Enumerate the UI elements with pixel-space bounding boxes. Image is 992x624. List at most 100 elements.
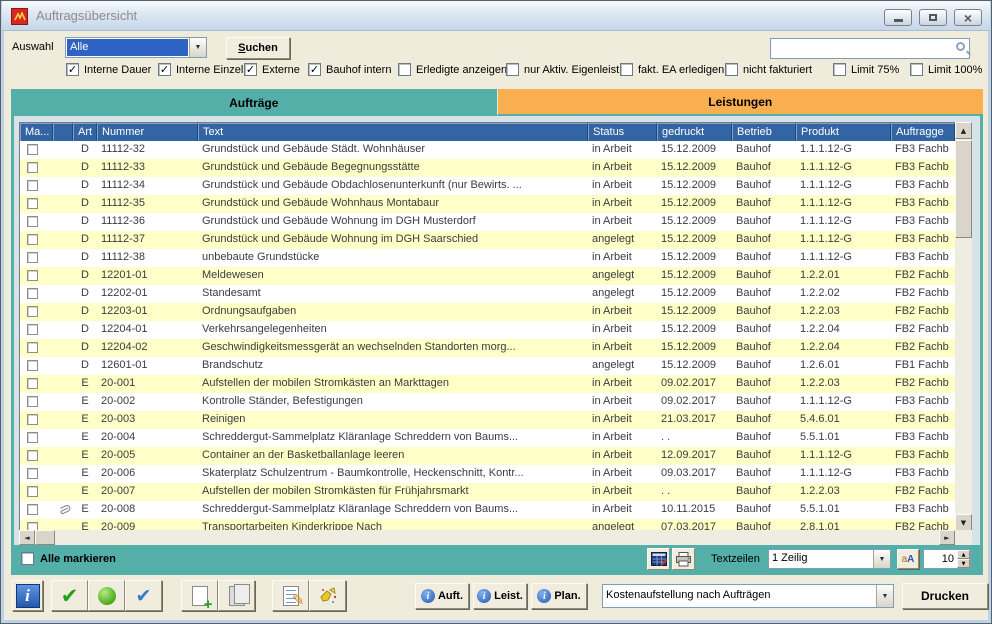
order-row[interactable]: E20-006Skaterplatz Schulzentrum - Baumko… (20, 465, 971, 483)
row-checkbox[interactable] (27, 306, 38, 317)
scroll-right-button[interactable]: ► (939, 530, 955, 545)
order-row[interactable]: E20-003Reinigenin Arbeit21.03.2017Bauhof… (20, 411, 971, 429)
order-row[interactable]: D11112-34Grundstück und Gebäude Obdachlo… (20, 177, 971, 195)
order-row[interactable]: E20-004Schreddergut-Sammelplatz Kläranla… (20, 429, 971, 447)
order-row[interactable]: D11112-35Grundstück und Gebäude Wohnhaus… (20, 195, 971, 213)
order-row[interactable]: E20-008Schreddergut-Sammelplatz Kläranla… (20, 501, 971, 519)
title-bar[interactable]: Auftragsübersicht × (2, 1, 990, 31)
tab-leistungen[interactable]: Leistungen (497, 89, 984, 116)
row-checkbox[interactable] (27, 342, 38, 353)
confirm-button[interactable]: ✔ (51, 580, 88, 611)
order-row[interactable]: E20-005Container an der Basketballanlage… (20, 447, 971, 465)
column-header-ma[interactable]: Ma... (20, 123, 53, 141)
status-button[interactable] (88, 580, 125, 611)
row-checkbox[interactable] (27, 180, 38, 191)
vertical-scroll-thumb[interactable] (955, 140, 972, 238)
chevron-down-icon[interactable]: ▼ (873, 550, 890, 568)
row-checkbox[interactable] (27, 396, 38, 407)
column-header-status[interactable]: Status (588, 123, 657, 141)
search-input[interactable] (773, 40, 948, 56)
row-checkbox[interactable] (27, 324, 38, 335)
order-row[interactable]: D12201-01Meldewesenangelegt15.12.2009Bau… (20, 267, 971, 285)
row-checkbox[interactable] (27, 414, 38, 425)
vertical-scrollbar[interactable]: ▲ ▼ (955, 122, 972, 531)
filter-checkbox[interactable]: ✓ (66, 63, 79, 76)
row-checkbox[interactable] (27, 216, 38, 227)
column-header-auftraggeber[interactable]: Auftragge (891, 123, 955, 141)
scroll-up-button[interactable]: ▲ (955, 122, 972, 139)
column-header-clip[interactable] (53, 123, 73, 141)
column-header-text[interactable]: Text (198, 123, 588, 141)
row-checkbox[interactable] (27, 432, 38, 443)
row-checkbox[interactable] (27, 162, 38, 173)
column-header-produkt[interactable]: Produkt (796, 123, 891, 141)
row-checkbox[interactable] (27, 270, 38, 281)
filter-checkbox[interactable] (398, 63, 411, 76)
horizontal-scroll-thumb[interactable] (35, 530, 55, 545)
order-row[interactable]: D12601-01Brandschutzangelegt15.12.2009Ba… (20, 357, 971, 375)
order-row[interactable]: D12204-01Verkehrsangelegenheitenin Arbei… (20, 321, 971, 339)
filter-checkbox[interactable] (725, 63, 738, 76)
row-checkbox[interactable] (27, 234, 38, 245)
alle-markieren-checkbox[interactable] (21, 552, 34, 565)
order-row[interactable]: D12203-01Ordnungsaufgabenin Arbeit15.12.… (20, 303, 971, 321)
table-layout-button[interactable] (647, 548, 670, 570)
auswahl-dropdown[interactable]: Alle ▼ (65, 37, 207, 58)
font-size-spinner[interactable]: 10 ▲ ▼ (923, 549, 971, 569)
leist-button[interactable]: i Leist. (473, 583, 527, 609)
report-dropdown[interactable]: Kostenaufstellung nach Aufträgen ▼ (602, 584, 894, 608)
auft-button[interactable]: i Auft. (415, 583, 469, 609)
order-row[interactable]: E20-007Aufstellen der mobilen Stromkäste… (20, 483, 971, 501)
scroll-down-button[interactable]: ▼ (955, 514, 972, 531)
column-header-gedruckt[interactable]: gedruckt (657, 123, 732, 141)
edit-list-button[interactable]: ✎ (272, 580, 309, 611)
row-checkbox[interactable] (27, 288, 38, 299)
new-document-button[interactable]: + (181, 580, 218, 611)
filter-checkbox[interactable]: ✓ (308, 63, 321, 76)
filter-checkbox[interactable] (506, 63, 519, 76)
order-row[interactable]: D11112-33Grundstück und Gebäude Begegnun… (20, 159, 971, 177)
column-header-betrieb[interactable]: Betrieb (732, 123, 796, 141)
order-row[interactable]: E20-001Aufstellen der mobilen Stromkäste… (20, 375, 971, 393)
search-icon[interactable] (956, 42, 965, 51)
row-checkbox[interactable] (27, 198, 38, 209)
order-row[interactable]: D12202-01Standesamtangelegt15.12.2009Bau… (20, 285, 971, 303)
filter-checkbox[interactable]: ✓ (158, 63, 171, 76)
row-checkbox[interactable] (27, 504, 38, 515)
order-row[interactable]: D11112-36Grundstück und Gebäude Wohnung … (20, 213, 971, 231)
row-checkbox[interactable] (27, 468, 38, 479)
copy-button[interactable] (218, 580, 255, 611)
row-checkbox[interactable] (27, 450, 38, 461)
row-checkbox[interactable] (27, 360, 38, 371)
horizontal-scrollbar[interactable]: ◄ ► (19, 530, 972, 545)
row-checkbox[interactable] (27, 486, 38, 497)
row-checkbox[interactable] (27, 252, 38, 263)
chevron-down-icon[interactable]: ▼ (189, 38, 206, 57)
order-row[interactable]: E20-002Kontrolle Ständer, Befestigungeni… (20, 393, 971, 411)
filter-checkbox[interactable] (620, 63, 633, 76)
info-button[interactable]: i (12, 580, 43, 611)
order-row[interactable]: D12204-02Geschwindigkeitsmessgerät an we… (20, 339, 971, 357)
drucken-button[interactable]: Drucken (902, 583, 988, 609)
tab-auftraege[interactable]: Aufträge (11, 89, 497, 116)
tools-button[interactable] (309, 580, 346, 611)
filter-checkbox[interactable]: ✓ (244, 63, 257, 76)
scroll-left-button[interactable]: ◄ (19, 530, 35, 545)
order-row[interactable]: D11112-37Grundstück und Gebäude Wohnung … (20, 231, 971, 249)
spinner-up-icon[interactable]: ▲ (957, 550, 970, 559)
column-header-art[interactable]: Art (73, 123, 97, 141)
row-checkbox[interactable] (27, 144, 38, 155)
column-header-nummer[interactable]: Nummer (97, 123, 198, 141)
suchen-button[interactable]: Suchen (226, 37, 290, 59)
minimize-button[interactable] (884, 9, 912, 26)
font-size-button[interactable]: aA (897, 549, 919, 569)
row-checkbox[interactable] (27, 378, 38, 389)
select-button[interactable]: ✔ (125, 580, 162, 611)
order-row[interactable]: D11112-38unbebaute Grundstückein Arbeit1… (20, 249, 971, 267)
print-list-button[interactable] (672, 548, 695, 570)
textzeilen-dropdown[interactable]: 1 Zeilig ▼ (768, 549, 891, 569)
chevron-down-icon[interactable]: ▼ (876, 585, 893, 607)
filter-checkbox[interactable] (833, 63, 846, 76)
order-row[interactable]: D11112-32Grundstück und Gebäude Städt. W… (20, 141, 971, 159)
plan-button[interactable]: i Plan. (531, 583, 587, 609)
